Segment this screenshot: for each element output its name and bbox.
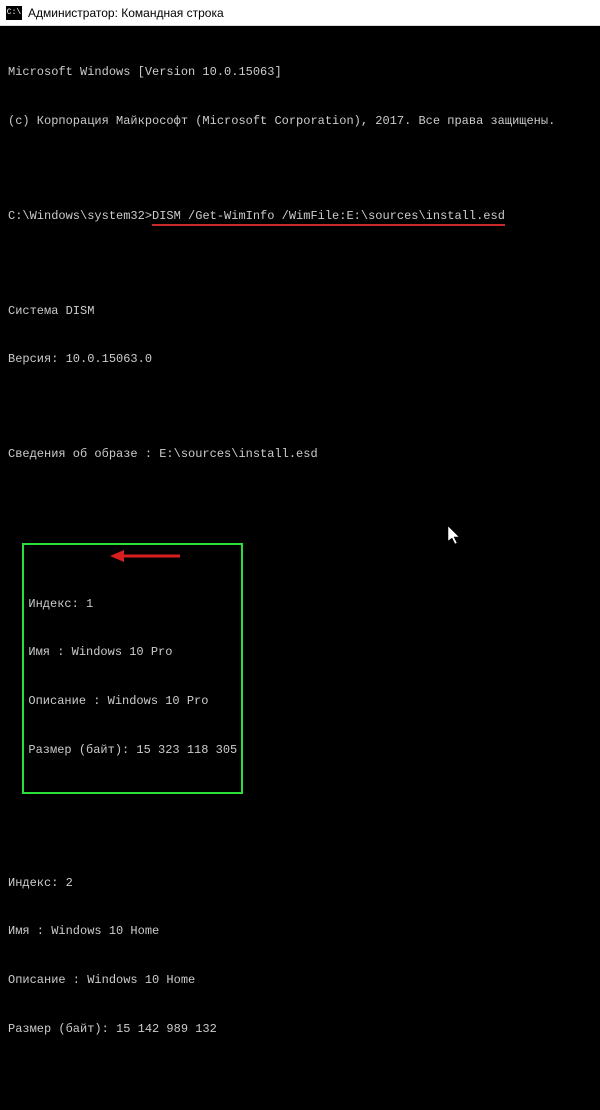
window-title: Администратор: Командная строка xyxy=(28,6,224,20)
image-info-header: Сведения об образе : E:\sources\install.… xyxy=(8,446,592,462)
image-1-name: Имя : Windows 10 Pro xyxy=(28,644,237,660)
highlighted-image-1: Индекс: 1 Имя : Windows 10 Pro Описание … xyxy=(22,543,243,794)
image-2-size: Размер (байт): 15 142 989 132 xyxy=(8,1021,592,1037)
dism-label: Cистема DISM xyxy=(8,303,592,319)
terminal-area[interactable]: Microsoft Windows [Version 10.0.15063] (… xyxy=(0,26,600,1110)
mouse-cursor-icon xyxy=(448,526,462,546)
cmd-icon: C:\ xyxy=(6,6,22,20)
window-titlebar[interactable]: C:\ Администратор: Командная строка xyxy=(0,0,600,26)
arrow-annotation-icon xyxy=(110,548,180,564)
image-1-index: Индекс: 1 xyxy=(28,596,237,612)
image-2-name: Имя : Windows 10 Home xyxy=(8,923,592,939)
header-version: Microsoft Windows [Version 10.0.15063] xyxy=(8,64,592,80)
header-copyright: (c) Корпорация Майкрософт (Microsoft Cor… xyxy=(8,113,592,129)
prompt-path: C:\Windows\system32> xyxy=(8,209,152,223)
dism-command: DISM /Get-WimInfo /WimFile:E:\sources\in… xyxy=(152,209,505,226)
image-1-desc: Описание : Windows 10 Pro xyxy=(28,693,237,709)
image-2-desc: Описание : Windows 10 Home xyxy=(8,972,592,988)
image-2-index: Индекс: 2 xyxy=(8,875,592,891)
image-1-size: Размер (байт): 15 323 118 305 xyxy=(28,742,237,758)
dism-version: Версия: 10.0.15063.0 xyxy=(8,351,592,367)
command-line-1: C:\Windows\system32>DISM /Get-WimInfo /W… xyxy=(8,208,592,224)
